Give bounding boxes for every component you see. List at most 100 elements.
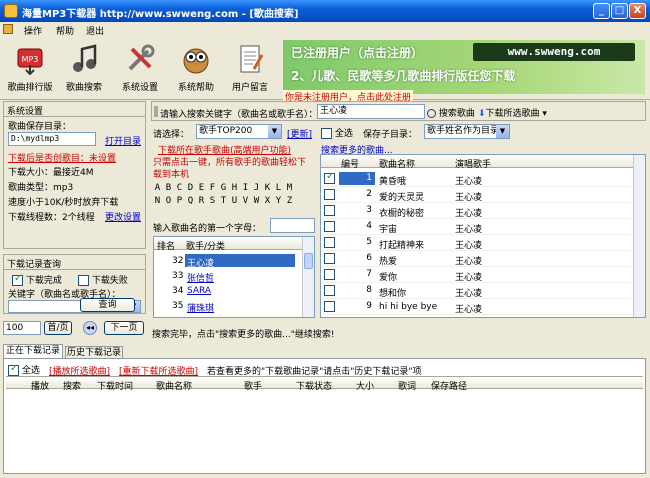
col-singer[interactable]: 歌手/分类 bbox=[186, 239, 225, 252]
letter-button[interactable]: Y bbox=[273, 196, 284, 206]
col-rank[interactable]: 排名 bbox=[157, 239, 175, 252]
table-row[interactable]: 7 爱你 王心凌 bbox=[321, 267, 633, 283]
song-checkbox[interactable] bbox=[324, 269, 335, 280]
toolbar-settings-button[interactable]: 系统设置 bbox=[112, 41, 168, 97]
chevron-down-icon[interactable]: ▼ bbox=[268, 125, 281, 138]
update-link[interactable]: [更新] bbox=[287, 127, 312, 140]
table-row[interactable]: 4 宇宙 王心凌 bbox=[321, 219, 633, 235]
letter-button[interactable]: X bbox=[262, 196, 273, 206]
letter-button[interactable]: M bbox=[284, 183, 295, 193]
chevron-down-icon[interactable]: ▼ bbox=[496, 125, 509, 138]
done-checkbox-wrap[interactable]: 下载完成 bbox=[12, 273, 62, 286]
singer-name-selected[interactable]: 王心凌 bbox=[185, 254, 295, 269]
song-grid-scrollbar[interactable] bbox=[633, 155, 645, 317]
letter-button[interactable]: S bbox=[207, 196, 218, 206]
failed-checkbox-wrap[interactable]: 下载失败 bbox=[78, 273, 128, 286]
category-select[interactable]: 歌手TOP200 ▼ bbox=[196, 124, 282, 139]
save-dir-field[interactable]: D:\mydlmp3 bbox=[8, 132, 96, 146]
song-checkbox[interactable] bbox=[324, 221, 335, 232]
singer-name[interactable]: SARA bbox=[187, 286, 211, 296]
prev-arrow-icon[interactable]: ◂◂ bbox=[83, 321, 97, 335]
col-search[interactable]: 搜索 bbox=[63, 379, 81, 392]
col-download-time[interactable]: 下载时间 bbox=[97, 379, 133, 392]
letter-button[interactable]: D bbox=[185, 183, 196, 193]
menu-exit[interactable]: 退出 bbox=[86, 24, 104, 37]
table-row[interactable]: 9 hi hi bye bye 王心凌 bbox=[321, 299, 633, 315]
song-checkbox[interactable] bbox=[324, 253, 335, 264]
song-checkbox[interactable] bbox=[324, 301, 335, 312]
singer-list[interactable]: 排名 歌手/分类 32 王心凌 33 张信哲 34 SARA 35 蒲珠琪 bbox=[153, 236, 315, 318]
letter-button[interactable]: L bbox=[273, 183, 284, 193]
bottom-select-all-wrap[interactable]: 全选 bbox=[8, 363, 40, 376]
scroll-thumb[interactable] bbox=[304, 253, 313, 269]
col-lyrics[interactable]: 歌词 bbox=[398, 379, 416, 392]
bottom-select-all-checkbox[interactable] bbox=[8, 363, 19, 376]
letter-button[interactable]: O bbox=[163, 196, 174, 206]
letter-button[interactable]: J bbox=[251, 183, 262, 193]
list-item[interactable]: 32 王心凌 bbox=[154, 253, 302, 269]
page-first-button[interactable]: 首/页 bbox=[44, 321, 72, 335]
table-row[interactable]: 8 想和你 王心凌 bbox=[321, 283, 633, 299]
initial-input[interactable] bbox=[270, 218, 315, 233]
letter-button[interactable]: N bbox=[152, 196, 163, 206]
letter-button[interactable]: V bbox=[240, 196, 251, 206]
toolbar-message-button[interactable]: 用户留言 bbox=[222, 41, 278, 97]
query-button[interactable]: 查询 bbox=[80, 298, 135, 312]
letter-button[interactable]: C bbox=[174, 183, 185, 193]
toolbar-help-button[interactable]: 系统帮助 bbox=[168, 41, 224, 97]
letter-button[interactable]: G bbox=[218, 183, 229, 193]
letter-button[interactable]: P bbox=[174, 196, 185, 206]
song-checkbox[interactable] bbox=[324, 285, 335, 296]
song-checkbox[interactable] bbox=[324, 205, 335, 216]
table-row[interactable]: 1 黄昏哦 王心凌 bbox=[321, 171, 633, 187]
list-item[interactable]: 34 SARA bbox=[154, 283, 302, 298]
table-row[interactable]: 5 打起精神来 王心凌 bbox=[321, 235, 633, 251]
toolbar-chart-button[interactable]: MP3 歌曲排行版 bbox=[2, 41, 58, 97]
col-status[interactable]: 下载状态 bbox=[296, 379, 332, 392]
song-checkbox[interactable] bbox=[324, 237, 335, 248]
search-input[interactable]: 王心凌 bbox=[317, 104, 425, 119]
table-row[interactable]: 3 衣橱的秘密 王心凌 bbox=[321, 203, 633, 219]
close-button[interactable]: X bbox=[629, 3, 646, 19]
toolbar-search-button[interactable]: 歌曲搜索 bbox=[56, 41, 112, 97]
maximize-button[interactable]: □ bbox=[611, 3, 628, 19]
letter-button[interactable]: I bbox=[240, 183, 251, 193]
list-item[interactable]: 33 张信哲 bbox=[154, 268, 302, 284]
letter-button[interactable]: A bbox=[152, 183, 163, 193]
col-singer[interactable]: 演唱歌手 bbox=[455, 157, 491, 170]
letter-button[interactable]: K bbox=[262, 183, 273, 193]
download-selected-button[interactable]: ⬇下载所选歌曲 ▾ bbox=[478, 106, 547, 119]
letter-button[interactable]: T bbox=[218, 196, 229, 206]
letter-button[interactable]: W bbox=[251, 196, 262, 206]
list-item[interactable]: 35 蒲珠琪 bbox=[154, 298, 302, 314]
menu-help[interactable]: 帮助 bbox=[56, 24, 74, 37]
song-grid[interactable]: 编号 歌曲名称 演唱歌手 1黄昏哦王心凌2爱的天灵灵王心凌3衣橱的秘密王心凌4宇… bbox=[320, 154, 646, 318]
select-all-checkbox[interactable] bbox=[321, 128, 332, 139]
letter-button[interactable]: H bbox=[229, 183, 240, 193]
letter-button[interactable]: Z bbox=[284, 196, 295, 206]
page-input[interactable]: 100 bbox=[3, 321, 41, 335]
open-dir-link[interactable]: 打开目录 bbox=[105, 134, 141, 147]
done-checkbox[interactable] bbox=[12, 273, 23, 286]
letter-button[interactable]: B bbox=[163, 183, 174, 193]
col-size[interactable]: 大小 bbox=[356, 379, 374, 392]
menu-operation[interactable]: 操作 bbox=[24, 24, 42, 37]
table-row[interactable]: 2 爱的天灵灵 王心凌 bbox=[321, 187, 633, 203]
col-title[interactable]: 歌曲名称 bbox=[379, 157, 415, 170]
singer-name[interactable]: 蒲珠琪 bbox=[187, 301, 214, 314]
auto-create-link[interactable]: 下载后是否创歌目：未设置 bbox=[8, 151, 116, 164]
song-checkbox[interactable] bbox=[324, 171, 335, 184]
search-songs-button[interactable]: 搜索歌曲 bbox=[427, 106, 475, 119]
modify-settings-link[interactable]: 更改设置 bbox=[105, 210, 141, 223]
col-play[interactable]: 播放 bbox=[31, 379, 49, 392]
col-number[interactable]: 编号 bbox=[341, 157, 359, 170]
tab-history[interactable]: 历史下载记录 bbox=[65, 346, 123, 358]
ad-banner[interactable]: 已注册用户（点击注册） www.swweng.com 2、儿歌、民歌等多几歌曲排… bbox=[283, 40, 645, 94]
table-row[interactable]: 6 热爱 王心凌 bbox=[321, 251, 633, 267]
col-save-path[interactable]: 保存路径 bbox=[431, 379, 467, 392]
letter-button[interactable]: R bbox=[196, 196, 207, 206]
letter-button[interactable]: U bbox=[229, 196, 240, 206]
next-page-button[interactable]: 下一页 bbox=[104, 321, 144, 335]
subdir-select[interactable]: 歌手姓名作为目录 ▼ bbox=[424, 124, 510, 139]
col-song-name[interactable]: 歌曲名称 bbox=[156, 379, 192, 392]
